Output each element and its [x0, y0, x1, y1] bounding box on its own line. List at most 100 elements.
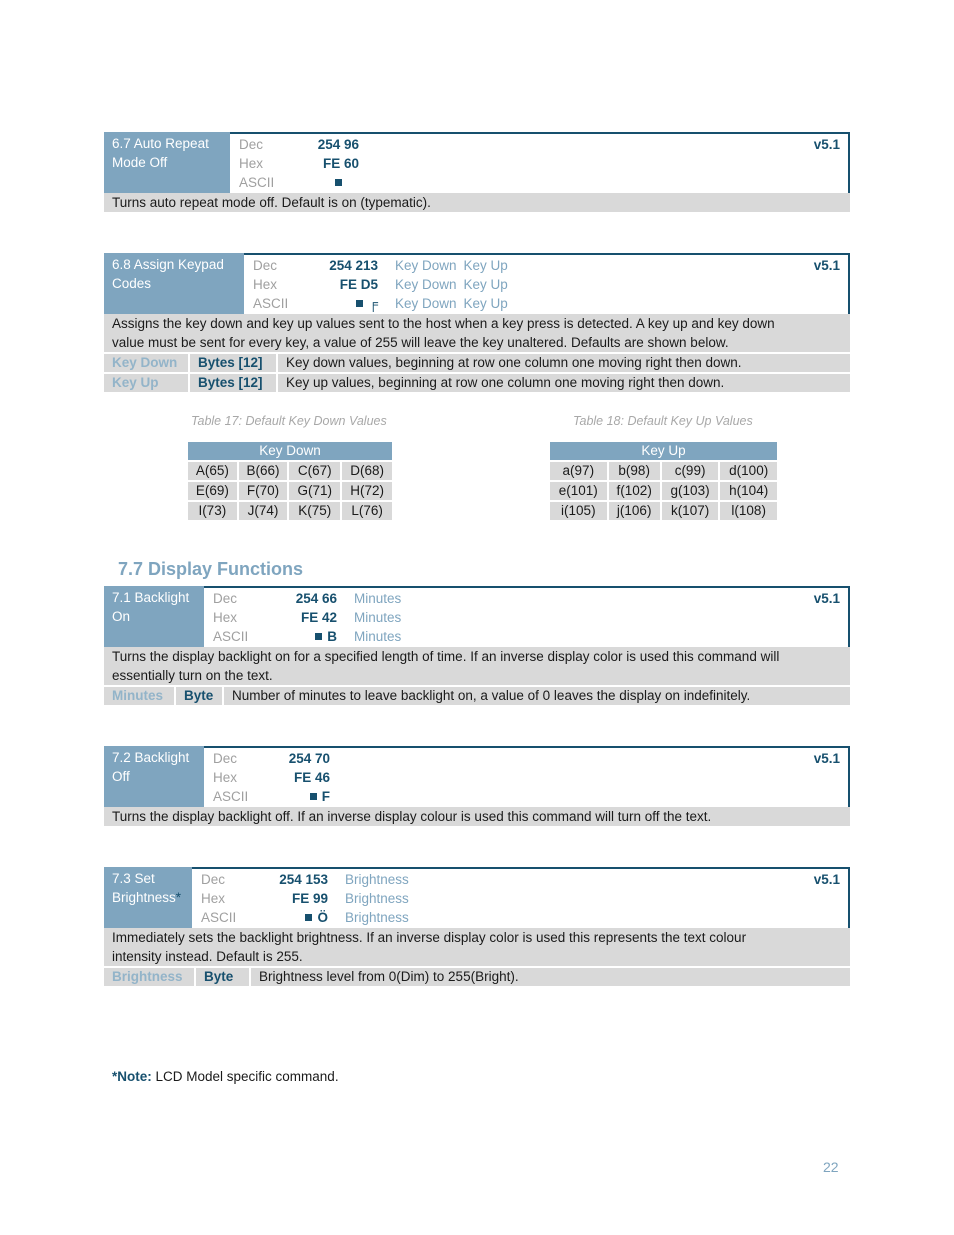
param-name: Key Down	[395, 296, 457, 311]
page-number: 22	[823, 1159, 839, 1175]
code-value: 254 153	[279, 872, 328, 887]
table-caption-key-up: Table 18: Default Key Up Values	[573, 414, 753, 428]
param-name: Key Down	[395, 258, 457, 273]
parameter-description: Brightness level from 0(Dim) to 255(Brig…	[259, 969, 519, 984]
parameter-type: Bytes [12]	[190, 374, 278, 392]
code-label: ASCII	[201, 910, 237, 925]
param-name: Brightness	[345, 891, 409, 906]
code-value: FE 46	[293, 770, 330, 785]
parameter-description: Number of minutes to leave backlight on,…	[232, 688, 751, 703]
param-name: Brightness	[345, 872, 409, 887]
table-cell: L(76)	[342, 502, 392, 520]
command-codes: Dec 254 213 Key Down Key Up Hex FE D5 Key Dow…	[244, 253, 850, 314]
parameter-row: Brightness Byte Brightness level from 0(…	[104, 968, 850, 986]
parameter-type: Byte	[176, 687, 224, 705]
code-label: Hex	[239, 156, 264, 171]
version-badge: v5.1	[813, 137, 840, 152]
code-params: Key Down Key Up	[378, 256, 515, 275]
table-cell: b(98)	[608, 462, 660, 480]
code-label: Hex	[213, 610, 238, 625]
table-caption-key-down: Table 17: Default Key Down Values	[191, 414, 387, 428]
command-title: 6.7 Auto Repeat Mode Off	[104, 132, 230, 193]
code-label: ASCII	[239, 175, 275, 190]
ascii-char: Ö	[317, 910, 328, 925]
table-cell: I(73)	[188, 502, 237, 520]
param-name: Minutes	[354, 629, 402, 644]
code-params: Brightness	[328, 889, 416, 908]
code-value: B	[263, 627, 337, 646]
key-down-table: Key Down A(65) B(66) C(67) D(68) E(69) F…	[186, 440, 394, 522]
param-name: Key Up	[463, 296, 508, 311]
command-codes: Dec 254 153 Brightness Hex FE 99 Brightness …	[192, 867, 850, 928]
table-row: A(65) B(66) C(67) D(68)	[188, 462, 392, 480]
command-description: Turns auto repeat mode off. Default is o…	[104, 193, 850, 212]
code-value: FE 42	[300, 610, 337, 625]
code-label: ASCII	[213, 789, 249, 804]
code-label: Hex	[201, 891, 226, 906]
code-params: Minutes	[337, 589, 408, 608]
command-codes: Dec 254 66 Minutes Hex FE 42 Minutes ASCII B M…	[204, 586, 850, 647]
block-char-icon	[356, 300, 364, 307]
command-title: 7.2 Backlight Off	[104, 746, 204, 807]
code-params: Key Down Key Up	[378, 275, 515, 294]
ascii-char: B	[327, 629, 337, 644]
code-value: FE D5	[339, 277, 378, 292]
footnote: *Note: LCD Model specific command.	[112, 1069, 339, 1084]
table-cell: J(74)	[238, 502, 288, 520]
version-badge: v5.1	[813, 751, 840, 766]
code-value: 254 96	[317, 137, 359, 152]
command-title-line: Mode Off	[112, 155, 168, 170]
code-value: FE 99	[291, 891, 328, 906]
command-title-text: Brightness	[112, 890, 176, 905]
description-line: value must be sent for every key, a valu…	[112, 335, 729, 350]
code-params: Brightness	[328, 870, 416, 889]
model-specific-marker: *	[175, 890, 182, 905]
param-name: Key Up	[463, 277, 508, 292]
code-label: Hex	[213, 770, 238, 785]
table-cell: j(106)	[608, 502, 660, 520]
table-row: a(97) b(98) c(99) d(100)	[550, 462, 777, 480]
parameter-name: Key Up	[104, 374, 190, 392]
code-value: 254 213	[329, 258, 378, 273]
table-cell: a(97)	[550, 462, 607, 480]
block-char-icon	[335, 179, 342, 186]
command-title-line: 6.7 Auto Repeat	[112, 136, 209, 151]
code-value: ╒	[303, 294, 378, 313]
table-cell: H(72)	[342, 482, 392, 500]
table-cell: i(105)	[550, 502, 607, 520]
command-title-line: 7.3 Set	[112, 871, 155, 886]
table-cell: C(67)	[289, 462, 341, 480]
table-cell: F(70)	[238, 482, 288, 500]
table-cell: d(100)	[720, 462, 777, 480]
parameter-name: Brightness	[104, 968, 196, 986]
ascii-char: F	[321, 789, 330, 804]
code-label: Dec	[213, 751, 238, 766]
command-description: Immediately sets the backlight brightnes…	[104, 928, 850, 966]
parameter-description: Key down values, beginning at row one co…	[286, 355, 742, 370]
description-line: intensity instead. Default is 255.	[112, 949, 303, 964]
param-name: Brightness	[345, 910, 409, 925]
code-label: Dec	[253, 258, 278, 273]
command-codes: Dec 254 70 Hex FE 46 ASCII F v5.1	[204, 746, 850, 807]
description-line: essentially turn on the text.	[112, 668, 273, 683]
command-description: Turns the display backlight off. If an i…	[104, 807, 850, 826]
command-codes: Dec 254 96 Hex FE 60 ASCII v5.1	[230, 132, 850, 193]
table-row: I(73) J(74) K(75) L(76)	[188, 502, 392, 520]
command-description: Assigns the key down and key up values s…	[104, 314, 850, 352]
param-name: Minutes	[354, 610, 402, 625]
table-header: Key Down	[188, 442, 392, 460]
parameter-name: Minutes	[104, 687, 176, 705]
code-value: 254 70	[288, 751, 330, 766]
table-cell: A(65)	[188, 462, 237, 480]
key-up-table: Key Up a(97) b(98) c(99) d(100) e(101) f…	[548, 440, 779, 522]
code-value: FE 60	[322, 156, 359, 171]
command-block-auto-repeat-off: 6.7 Auto Repeat Mode Off Dec 254 96 Hex FE…	[104, 132, 850, 212]
command-title-line: 7.2 Backlight	[112, 750, 190, 765]
command-title: 6.8 Assign Keypad Codes	[104, 253, 244, 314]
footnote-text: LCD Model specific command.	[151, 1069, 339, 1084]
code-label: Hex	[253, 277, 278, 292]
code-params: Minutes	[337, 627, 408, 646]
command-block-backlight-on: 7.1 Backlight On Dec 254 66 Minutes Hex FE …	[104, 586, 850, 705]
description-line: Turns the display backlight off. If an i…	[112, 809, 712, 824]
parameter-row: Key Up Bytes [12] Key up values, beginni…	[104, 374, 850, 392]
